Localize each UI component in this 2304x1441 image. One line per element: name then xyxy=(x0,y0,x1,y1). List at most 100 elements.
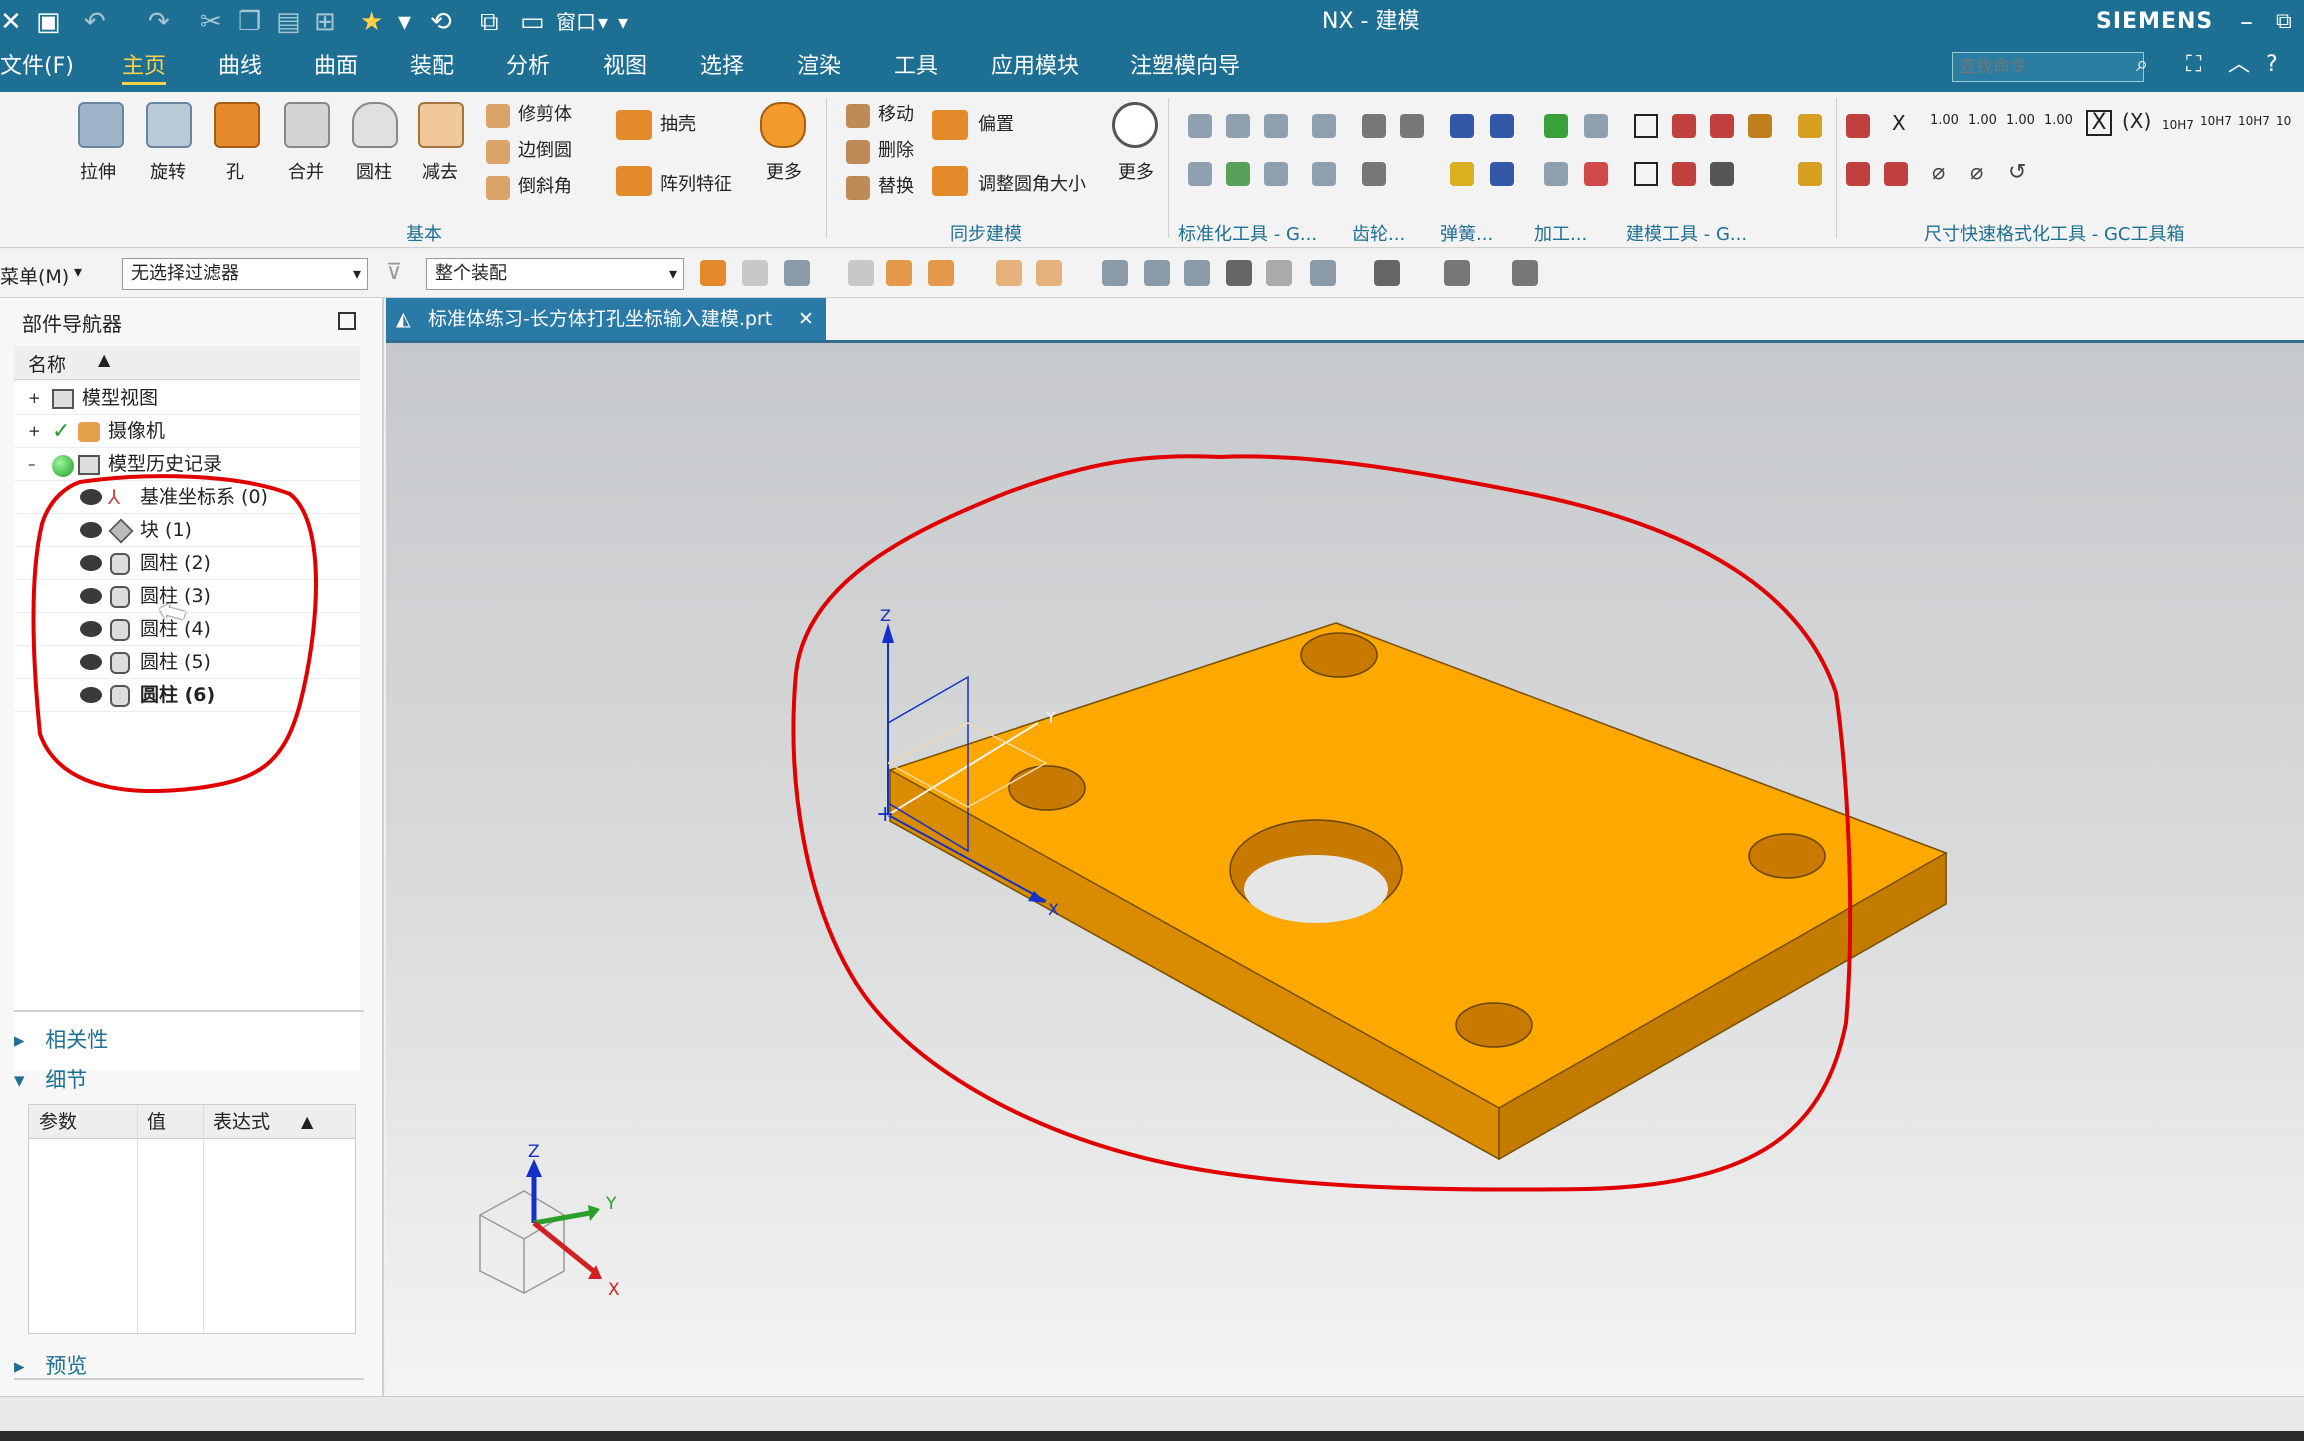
standard-copy-icon[interactable] xyxy=(1312,162,1336,186)
tree-node-cameras[interactable]: + ✓ 摄像机 xyxy=(14,415,360,448)
collapse-ribbon-icon[interactable]: ︿ xyxy=(2228,50,2250,80)
layout-icon[interactable]: ⧉ xyxy=(480,6,499,38)
preview-section-toggle[interactable]: ▸ 预览 xyxy=(14,1350,87,1380)
tab-render[interactable]: 渲染 xyxy=(797,52,841,82)
more-sync-icon[interactable] xyxy=(1112,102,1158,148)
view-zoom-icon[interactable] xyxy=(1144,260,1170,286)
shell-icon[interactable] xyxy=(616,110,652,140)
coins-2-icon[interactable] xyxy=(1798,162,1822,186)
tab-curve[interactable]: 曲线 xyxy=(218,52,262,82)
gear-table-icon[interactable] xyxy=(1362,162,1386,186)
pattern-feature-icon[interactable] xyxy=(616,166,652,196)
move-face-button[interactable]: 移动 xyxy=(878,104,914,126)
dim-fit-4[interactable]: 10 xyxy=(2276,110,2291,132)
gear-analyze-icon[interactable] xyxy=(1400,114,1424,138)
cut-icon[interactable]: ✂ xyxy=(200,6,222,38)
edge-blend-button[interactable]: 边倒圆 xyxy=(518,140,572,162)
expand-icon[interactable]: + xyxy=(28,415,41,448)
hole-small-right[interactable] xyxy=(1748,833,1826,879)
dependencies-section-toggle[interactable]: ▸ 相关性 xyxy=(14,1024,108,1054)
standard-tree-icon[interactable] xyxy=(1226,162,1250,186)
tree-node-model-views[interactable]: + 模型视图 xyxy=(14,382,360,415)
command-search-input[interactable] xyxy=(1952,52,2144,82)
standard-layer-icon[interactable] xyxy=(1226,114,1250,138)
spring-disc-icon[interactable] xyxy=(1450,162,1474,186)
view-rotate-icon[interactable] xyxy=(1184,260,1210,286)
fit-tolerance-icon[interactable] xyxy=(1710,162,1734,186)
gear-tool-icon[interactable] xyxy=(1362,114,1386,138)
trim-body-icon[interactable] xyxy=(486,104,510,128)
dim-tol-3[interactable]: 1.00 xyxy=(2006,110,2035,132)
snap-point-2-icon[interactable] xyxy=(928,260,954,286)
window-menu[interactable]: 窗口 xyxy=(556,6,596,38)
paste-icon[interactable]: ▤ xyxy=(276,6,301,38)
search-icon[interactable]: ⌕ xyxy=(2136,50,2148,80)
selection-filter-select[interactable]: 无选择过滤器 ▾ xyxy=(122,258,368,290)
more-basic-button[interactable]: 更多 xyxy=(766,162,802,184)
save-icon[interactable]: ▣ xyxy=(36,6,61,38)
note-icon[interactable] xyxy=(1634,162,1658,186)
spreadsheet-icon[interactable] xyxy=(1672,114,1696,138)
dim-fit-1[interactable]: 10H7 xyxy=(2162,114,2194,136)
machining-check-icon[interactable] xyxy=(1544,114,1568,138)
main-menu-dropdown-icon[interactable]: ▾ xyxy=(74,262,82,281)
snap-box-2-icon[interactable] xyxy=(1036,260,1062,286)
view-shaded-icon[interactable] xyxy=(1226,260,1252,286)
navigator-header[interactable]: 名称 ▲ xyxy=(14,346,360,380)
pattern-feature-button[interactable]: 阵列特征 xyxy=(660,174,732,196)
reset-icon[interactable]: ↺ xyxy=(2008,162,2026,184)
model-check-icon[interactable] xyxy=(1710,114,1734,138)
tab-view[interactable]: 视图 xyxy=(603,52,647,82)
dim-reference-icon[interactable]: (X) xyxy=(2122,110,2151,132)
select-curve-icon[interactable] xyxy=(742,260,768,286)
close-tab-icon[interactable]: ✕ xyxy=(798,298,814,340)
diameter-icon[interactable]: ⌀ xyxy=(1932,162,1945,184)
cylinder-icon[interactable] xyxy=(352,102,398,148)
measure-icon[interactable] xyxy=(1672,162,1696,186)
model-canvas[interactable]: Z X Y + Z Y X xyxy=(386,343,2304,1399)
cylinder-button[interactable]: 圆柱 xyxy=(356,162,392,184)
more-sync-button[interactable]: 更多 xyxy=(1118,162,1154,184)
help-icon[interactable]: ? xyxy=(2266,50,2278,80)
tab-mold-wizard[interactable]: 注塑模向导 xyxy=(1130,52,1240,82)
dim-tol-4[interactable]: 1.00 xyxy=(2044,110,2073,132)
window-icon[interactable]: ▭ xyxy=(520,6,545,38)
machining-axis-icon[interactable] xyxy=(1584,162,1608,186)
chamfer-icon[interactable] xyxy=(486,176,510,200)
hole-icon[interactable] xyxy=(214,102,260,148)
copy-icon[interactable]: ❐ xyxy=(238,6,261,38)
tab-home[interactable]: 主页 xyxy=(122,52,167,85)
subtract-icon[interactable] xyxy=(418,102,464,148)
file-menu[interactable]: 文件(F) xyxy=(0,52,74,82)
param-column-header[interactable]: 参数 xyxy=(39,1105,77,1139)
machining-view-icon[interactable] xyxy=(1584,114,1608,138)
replace-face-icon[interactable] xyxy=(846,176,870,200)
dim-up-icon[interactable] xyxy=(1846,162,1870,186)
tab-applications[interactable]: 应用模块 xyxy=(991,52,1079,82)
redo-icon[interactable]: ↷ xyxy=(148,6,170,38)
dim-edit-icon[interactable] xyxy=(1884,162,1908,186)
snap-point-icon[interactable] xyxy=(848,260,874,286)
offset-region-icon[interactable] xyxy=(932,110,968,140)
dim-fit-2[interactable]: 10H7 xyxy=(2200,110,2232,132)
expression-column-header[interactable]: 表达式 xyxy=(213,1105,270,1139)
offset-region-button[interactable]: 偏置 xyxy=(978,114,1014,136)
tab-assembly[interactable]: 装配 xyxy=(410,52,454,82)
extrude-button[interactable]: 拉伸 xyxy=(80,162,116,184)
dim-tol-2[interactable]: 1.00 xyxy=(1968,110,1997,132)
edge-blend-icon[interactable] xyxy=(486,140,510,164)
triad-x-axis[interactable] xyxy=(532,1221,598,1275)
touch-mode-icon[interactable]: ⟲ xyxy=(430,6,452,38)
hole-small-bottom[interactable] xyxy=(1455,1002,1533,1048)
resize-blend-icon[interactable] xyxy=(932,166,968,196)
view-orient-icon[interactable] xyxy=(1310,260,1336,286)
unite-icon[interactable] xyxy=(284,102,330,148)
tab-select[interactable]: 选择 xyxy=(700,52,744,82)
dim-tol-1[interactable]: 1.00 xyxy=(1930,110,1959,132)
select-body-icon[interactable] xyxy=(784,260,810,286)
snap-box-icon[interactable] xyxy=(996,260,1022,286)
selection-scope-select[interactable]: 整个装配 ▾ xyxy=(426,258,684,290)
resize-blend-button[interactable]: 调整圆角大小 xyxy=(978,174,1086,196)
coins-icon[interactable] xyxy=(1798,114,1822,138)
minimize-icon[interactable]: – xyxy=(2240,6,2253,38)
